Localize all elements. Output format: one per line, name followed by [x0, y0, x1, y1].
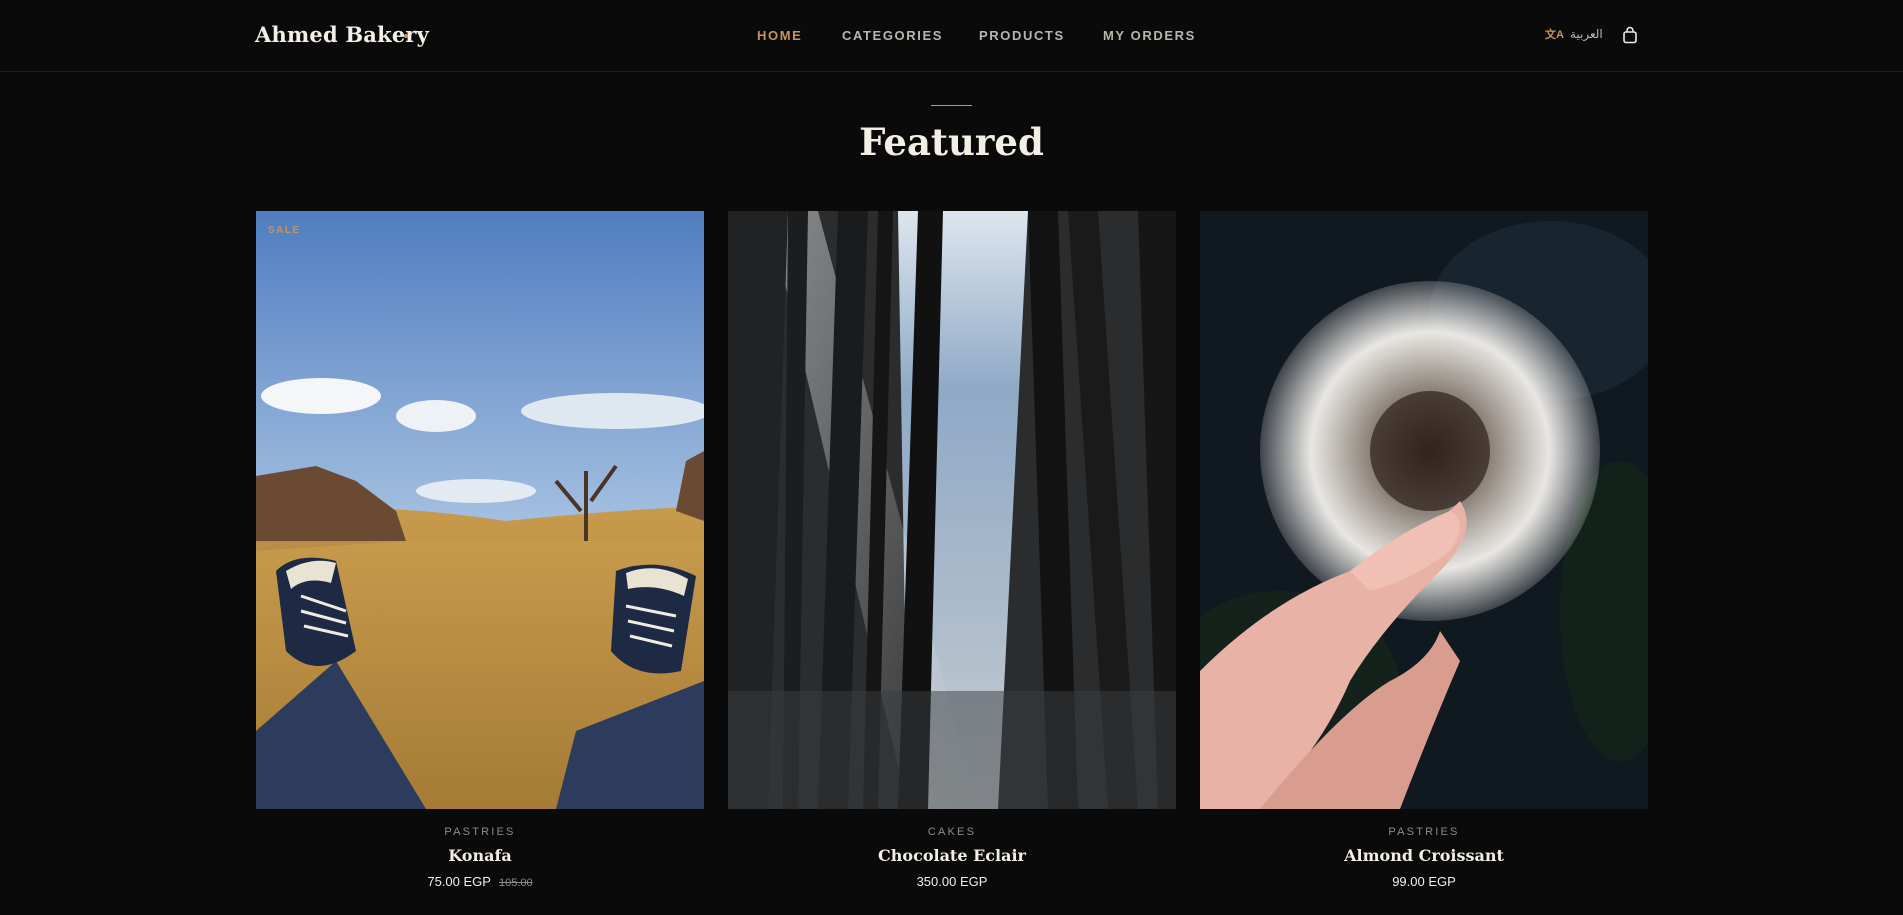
site-header: Ahmed Bakery HOME CATEGORIES PRODUCTS MY…	[0, 0, 1903, 72]
sale-badge: SALE	[268, 225, 301, 236]
nav-home-link[interactable]: HOME	[757, 28, 802, 43]
product-name[interactable]: Almond Croissant	[1200, 846, 1648, 865]
product-image[interactable]: SALE	[256, 211, 704, 809]
section-divider	[931, 105, 972, 106]
old-price: 105.00	[498, 877, 533, 889]
translate-icon: 文A	[1545, 29, 1564, 41]
language-switcher[interactable]: 文A العربية	[1545, 26, 1603, 42]
shopping-bag-icon[interactable]	[1622, 26, 1638, 44]
nav-my-orders-link[interactable]: MY ORDERS	[1103, 28, 1196, 43]
product-category: PASTRIES	[1388, 826, 1460, 838]
brand-accent-dot	[404, 34, 408, 38]
current-price: 75.00 EGP	[427, 874, 491, 889]
product-name[interactable]: Chocolate Eclair	[728, 846, 1176, 865]
section-title: Featured	[859, 120, 1044, 164]
product-price: 75.00 EGP 105.00	[256, 874, 704, 889]
current-price: 350.00 EGP	[916, 874, 988, 889]
product-image[interactable]	[1200, 211, 1648, 809]
nav-products-link[interactable]: PRODUCTS	[979, 28, 1065, 43]
product-category: CAKES	[927, 826, 977, 838]
product-card[interactable]: CAKES Chocolate Eclair 350.00 EGP	[728, 211, 1176, 889]
product-price: 99.00 EGP	[1200, 874, 1648, 889]
product-card[interactable]: SALE PASTRIES Konafa 75.00 EGP 105.00	[256, 211, 704, 889]
current-price: 99.00 EGP	[1392, 874, 1456, 889]
nav-categories-link[interactable]: CATEGORIES	[842, 28, 943, 43]
product-image[interactable]	[728, 211, 1176, 809]
product-category: PASTRIES	[444, 826, 516, 838]
product-name[interactable]: Konafa	[256, 846, 704, 865]
product-card[interactable]: PASTRIES Almond Croissant 99.00 EGP	[1200, 211, 1648, 889]
brand-logo[interactable]: Ahmed Bakery	[255, 22, 429, 47]
language-label: العربية	[1569, 27, 1603, 41]
product-price: 350.00 EGP	[728, 874, 1176, 889]
